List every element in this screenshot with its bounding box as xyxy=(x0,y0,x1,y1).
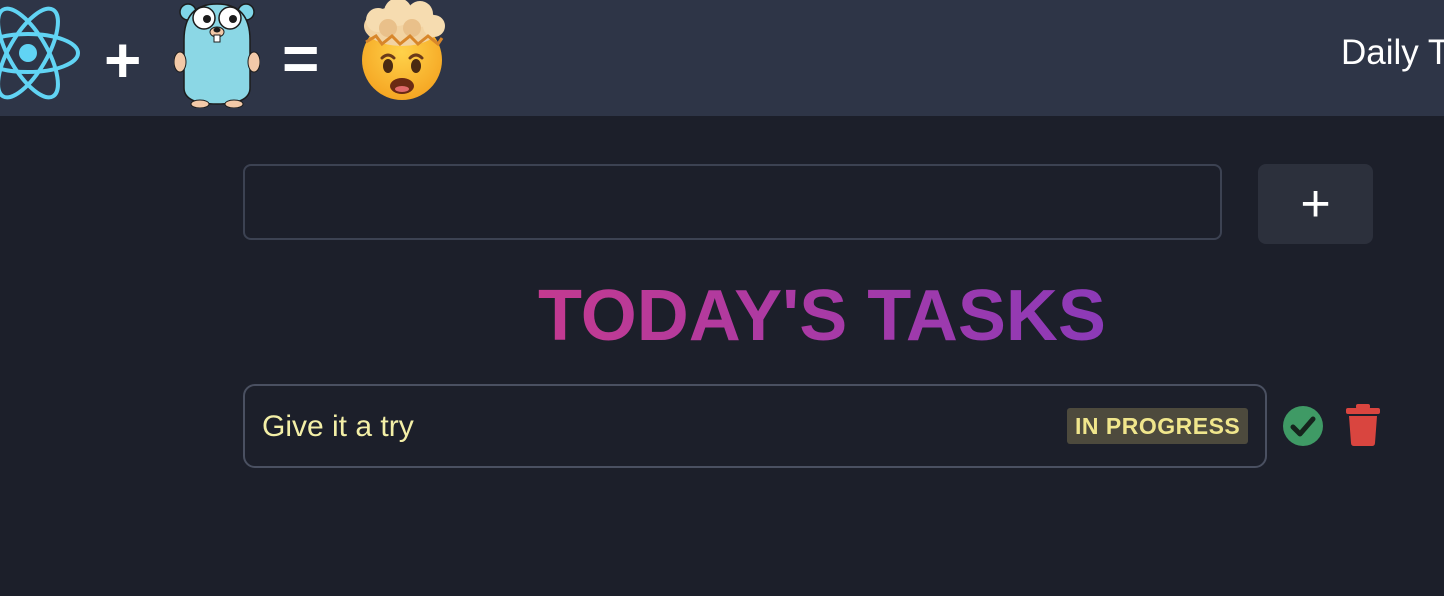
task-text: Give it a try xyxy=(262,410,414,443)
status-badge: IN PROGRESS xyxy=(1067,408,1249,444)
page-heading-text: TODAY'S TASKS xyxy=(538,276,1106,356)
equals-operator: = xyxy=(282,22,320,94)
plus-operator: + xyxy=(104,24,142,96)
top-bar: + = Daily T xyxy=(0,0,1444,116)
task-item: Give it a try IN PROGRESS xyxy=(243,384,1267,468)
react-logo-icon xyxy=(0,6,80,100)
gopher-mascot-icon xyxy=(174,3,260,108)
task-input[interactable] xyxy=(243,164,1222,240)
check-icon[interactable] xyxy=(1283,406,1323,446)
trash-icon[interactable] xyxy=(1345,404,1381,446)
app-title: Daily T xyxy=(1341,33,1444,72)
mind-blown-emoji-icon xyxy=(362,0,445,100)
page-heading: TODAY'S TASKS xyxy=(0,274,1444,358)
add-task-button[interactable]: + xyxy=(1258,164,1373,244)
